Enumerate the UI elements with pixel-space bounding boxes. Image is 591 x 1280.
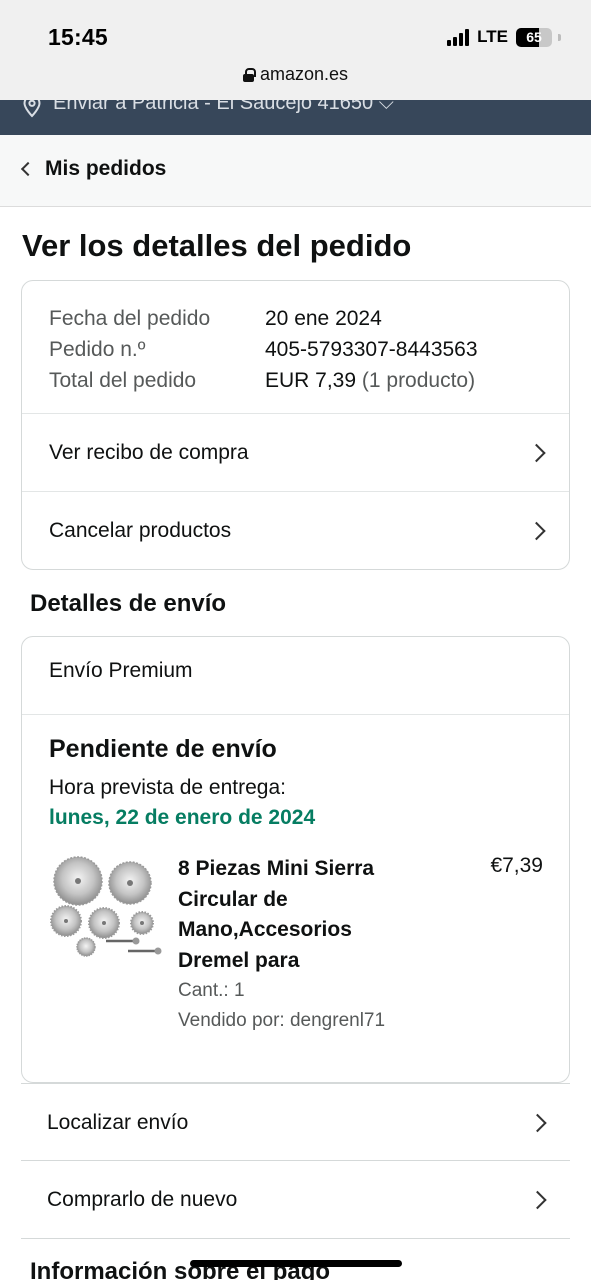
- chevron-right-icon: [528, 1190, 547, 1209]
- order-date-label: Fecha del pedido: [49, 307, 211, 330]
- deliver-to-text: Enviar a Patricia - El Saucejo 41650 ⌵: [53, 100, 394, 114]
- cancel-items-label: Cancelar productos: [49, 518, 232, 542]
- view-receipt-link[interactable]: Ver recibo de compra: [22, 413, 569, 491]
- cancel-items-link[interactable]: Cancelar productos: [22, 491, 569, 569]
- buy-again-label: Comprarlo de nuevo: [47, 1187, 238, 1211]
- product-price: €7,39: [490, 854, 543, 877]
- shipment-card: Envío Premium Pendiente de envío Hora pr…: [21, 636, 570, 1083]
- deliver-to-bar[interactable]: Enviar a Patricia - El Saucejo 41650 ⌵: [0, 100, 591, 135]
- shipping-details-heading: Detalles de envío: [30, 590, 227, 617]
- chevron-right-icon: [528, 1113, 547, 1132]
- status-indicators: LTE 65: [447, 27, 561, 47]
- page-title: Ver los detalles del pedido: [22, 228, 412, 263]
- order-number-value: 405-5793307-8443563: [265, 338, 478, 361]
- back-to-orders-link[interactable]: Mis pedidos: [20, 157, 166, 181]
- location-pin-icon: [23, 100, 41, 118]
- order-date-row: Fecha del pedido 20 ene 2024: [49, 303, 478, 334]
- track-package-label: Localizar envío: [47, 1110, 189, 1134]
- delivery-estimate-date: lunes, 22 de enero de 2024: [49, 806, 316, 829]
- track-package-link[interactable]: Localizar envío: [21, 1083, 570, 1161]
- home-indicator: [190, 1260, 402, 1267]
- order-total-label: Total del pedido: [49, 369, 197, 392]
- order-total-value: EUR 7,39: [265, 369, 357, 392]
- view-receipt-label: Ver recibo de compra: [49, 440, 249, 464]
- divider: [22, 714, 569, 715]
- chevron-right-icon: [527, 443, 546, 462]
- buy-again-link[interactable]: Comprarlo de nuevo: [21, 1160, 570, 1239]
- product-image[interactable]: [48, 851, 178, 963]
- address-bar[interactable]: amazon.es: [0, 64, 591, 85]
- status-time: 15:45: [48, 24, 108, 50]
- status-bar: 15:45 LTE 65 amazon.es: [0, 0, 591, 100]
- product-quantity: Cant.: 1: [178, 980, 245, 1001]
- order-total-value-wrap: EUR 7,39 (1 producto): [265, 365, 475, 396]
- order-nav-header: Mis pedidos: [0, 135, 591, 207]
- lock-icon: [242, 68, 256, 82]
- cellular-signal-icon: [447, 28, 470, 46]
- product-seller: Vendido por: dengrenl71: [178, 1010, 386, 1031]
- order-summary-card: Fecha del pedido 20 ene 2024 Pedido n.º …: [21, 280, 570, 570]
- battery-level: 65: [526, 28, 542, 45]
- order-info: Fecha del pedido 20 ene 2024 Pedido n.º …: [49, 303, 478, 396]
- url-text: amazon.es: [259, 64, 349, 84]
- back-label: Mis pedidos: [45, 157, 167, 180]
- product-title-link[interactable]: 8 Piezas Mini Sierra Circular de Mano,Ac…: [178, 854, 408, 976]
- shipment-status: Pendiente de envío: [49, 735, 277, 763]
- chevron-left-icon: [20, 161, 36, 177]
- shipping-method: Envío Premium: [49, 659, 193, 682]
- order-number-row: Pedido n.º 405-5793307-8443563: [49, 334, 478, 365]
- network-type: LTE: [477, 27, 508, 46]
- battery-icon: 65: [516, 27, 552, 47]
- delivery-estimate-label: Hora prevista de entrega:: [49, 776, 286, 799]
- battery-tip: [558, 33, 561, 41]
- order-date-value: 20 ene 2024: [265, 307, 382, 330]
- order-item-count: (1 producto): [356, 369, 476, 392]
- chevron-right-icon: [527, 521, 546, 540]
- order-total-row: Total del pedido EUR 7,39 (1 producto): [49, 365, 478, 396]
- order-number-label: Pedido n.º: [49, 338, 146, 361]
